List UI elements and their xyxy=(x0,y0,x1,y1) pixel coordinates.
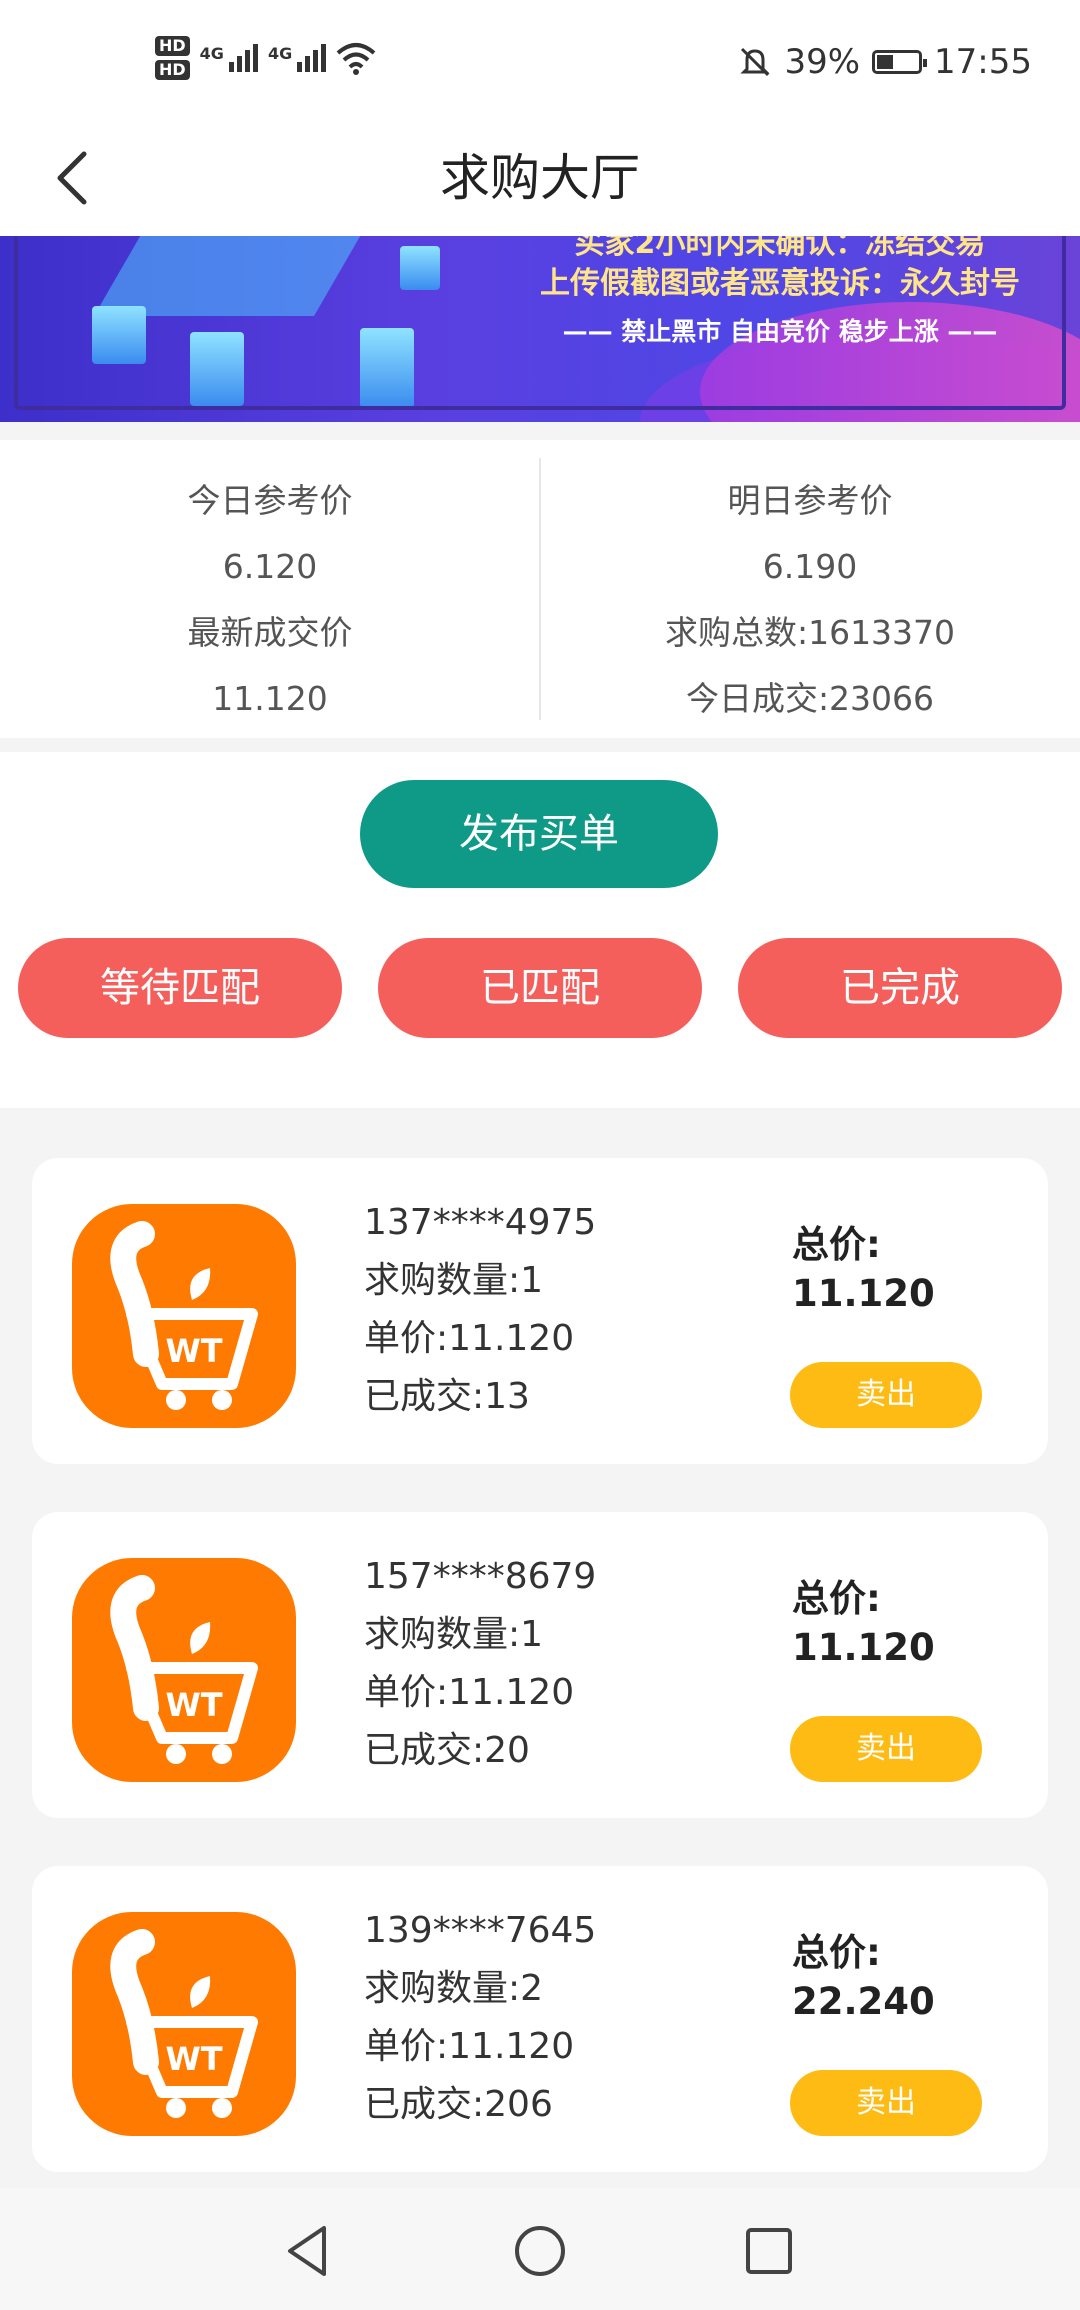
order-card: WT 157****8679 求购数量:1 单价:11.120 已成交:20 总… xyxy=(32,1512,1048,1818)
buy-quantity: 求购数量:2 xyxy=(364,1968,544,2009)
banner-frame xyxy=(14,236,1066,410)
sell-button[interactable]: 卖出 xyxy=(790,2070,982,2136)
order-info: 157****8679 求购数量:1 单价:11.120 已成交:20 xyxy=(364,1548,596,1780)
tomorrow-ref-value: 6.190 xyxy=(762,547,858,586)
battery-percent: 39% xyxy=(784,42,861,82)
total-price-label: 总价: xyxy=(792,1577,881,1620)
notice-banner[interactable]: 买家2小时内未确认：冻结交易 上传假截图或者恶意投诉：永久封号 —— 禁止黑市 … xyxy=(0,236,1080,422)
hd2-badge: HD xyxy=(155,60,190,80)
dealt-count: 已成交:20 xyxy=(364,1730,530,1771)
buyer-phone: 139****7645 xyxy=(364,1910,597,1951)
mute-bell-icon xyxy=(740,47,771,77)
unit-price: 单价:11.120 xyxy=(364,1318,575,1359)
back-arrow-icon[interactable] xyxy=(38,138,118,218)
tab-completed[interactable]: 已完成 xyxy=(738,938,1062,1038)
hd1-badge: HD xyxy=(155,36,190,56)
hd-indicators: HD HD xyxy=(155,36,190,80)
signal-1-icon: 4G xyxy=(200,44,258,72)
total-buy-count: 求购总数:1613370 xyxy=(664,613,956,652)
sell-button[interactable]: 卖出 xyxy=(790,1716,982,1782)
order-info: 137****4975 求购数量:1 单价:11.120 已成交:13 xyxy=(364,1194,596,1426)
recents-square-icon[interactable] xyxy=(734,2216,804,2286)
total-price-value: 22.240 xyxy=(792,1980,935,2023)
system-nav-bar xyxy=(0,2188,1080,2310)
wt-shopping-cart-logo-icon: WT xyxy=(72,1558,296,1782)
tomorrow-ref-label: 明日参考价 xyxy=(727,481,893,520)
svg-text:WT: WT xyxy=(165,2040,222,2078)
latest-deal-label: 最新成交价 xyxy=(187,613,353,652)
today-ref-label: 今日参考价 xyxy=(187,481,353,520)
publish-buy-order-button[interactable]: 发布买单 xyxy=(360,780,718,888)
tab-waiting-match[interactable]: 等待匹配 xyxy=(18,938,342,1038)
unit-price: 单价:11.120 xyxy=(364,2026,575,2067)
total-price-label: 总价: xyxy=(792,1931,881,1974)
dealt-count: 已成交:206 xyxy=(364,2084,553,2125)
status-left: HD HD 4G 4G xyxy=(155,28,376,88)
unit-price: 单价:11.120 xyxy=(364,1672,575,1713)
clock: 17:55 xyxy=(934,42,1032,82)
status-bar: HD HD 4G 4G 39% 17:55 xyxy=(0,0,1080,120)
wt-shopping-cart-logo-icon: WT xyxy=(72,1204,296,1428)
wt-shopping-cart-logo-icon: WT xyxy=(72,1912,296,2136)
svg-text:WT: WT xyxy=(165,1686,222,1724)
tab-matched[interactable]: 已匹配 xyxy=(378,938,702,1038)
actions-panel: 发布买单 等待匹配 已匹配 已完成 xyxy=(0,752,1080,1108)
total-price-value: 11.120 xyxy=(792,1272,935,1315)
order-card: WT 139****7645 求购数量:2 单价:11.120 已成交:206 … xyxy=(32,1866,1048,2172)
buy-quantity: 求购数量:1 xyxy=(364,1260,544,1301)
stats-right-column: 明日参考价 6.190 求购总数:1613370 今日成交:23066 xyxy=(540,440,1080,738)
today-deal-count: 今日成交:23066 xyxy=(685,679,935,718)
page-title: 求购大厅 xyxy=(440,149,640,207)
svg-text:WT: WT xyxy=(165,1332,222,1370)
total-price-label: 总价: xyxy=(792,1223,881,1266)
stats-left-column: 今日参考价 6.120 最新成交价 11.120 xyxy=(0,440,540,738)
latest-deal-value: 11.120 xyxy=(212,679,328,718)
buyer-phone: 137****4975 xyxy=(364,1202,597,1243)
network-type-2: 4G xyxy=(267,44,293,63)
today-ref-value: 6.120 xyxy=(222,547,318,586)
battery-icon xyxy=(872,50,928,74)
dealt-count: 已成交:13 xyxy=(364,1376,530,1417)
network-type-1: 4G xyxy=(199,44,224,63)
wifi-icon xyxy=(336,43,376,75)
sell-button[interactable]: 卖出 xyxy=(790,1362,982,1428)
stats-divider xyxy=(539,458,541,720)
home-circle-icon[interactable] xyxy=(505,2216,575,2286)
app-header: 求购大厅 xyxy=(0,120,1080,236)
price-stats-panel: 今日参考价 6.120 最新成交价 11.120 明日参考价 6.190 求购总… xyxy=(0,440,1080,738)
total-price-value: 11.120 xyxy=(792,1626,935,1669)
order-card: WT 137****4975 求购数量:1 单价:11.120 已成交:13 总… xyxy=(32,1158,1048,1464)
order-info: 139****7645 求购数量:2 单价:11.120 已成交:206 xyxy=(364,1902,596,2134)
buy-quantity: 求购数量:1 xyxy=(364,1614,544,1655)
buyer-phone: 157****8679 xyxy=(364,1556,597,1597)
back-triangle-icon[interactable] xyxy=(274,2216,344,2286)
signal-2-icon: 4G xyxy=(267,44,327,72)
status-right: 39% 17:55 xyxy=(738,36,1032,88)
